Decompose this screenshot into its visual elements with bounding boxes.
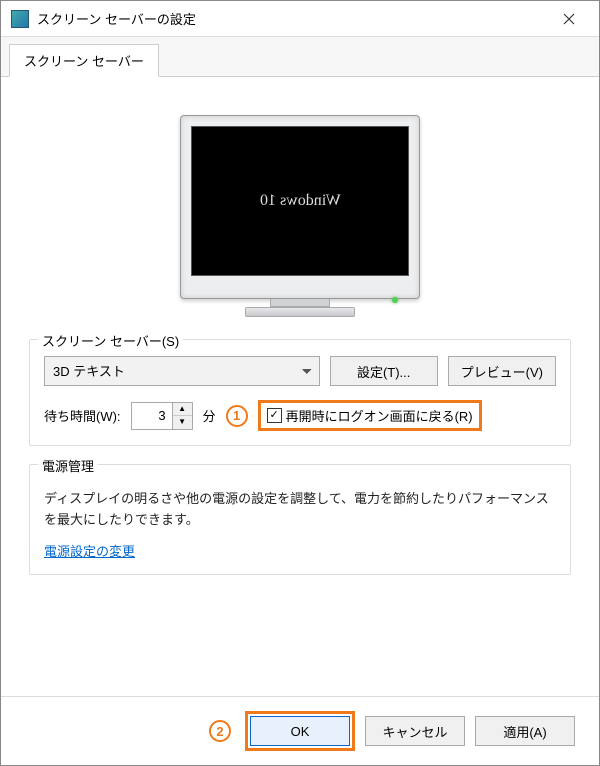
screensaver-group: スクリーン セーバー(S) 3D テキスト 設定(T)... プレビュー(V) … (29, 339, 571, 446)
close-button[interactable] (549, 5, 589, 33)
apply-button[interactable]: 適用(A) (475, 716, 575, 746)
wait-unit: 分 (203, 406, 216, 425)
monitor-stand (270, 299, 330, 307)
screensaver-select[interactable]: 3D テキスト (44, 356, 320, 386)
power-settings-link[interactable]: 電源設定の変更 (44, 544, 135, 559)
tab-screensaver[interactable]: スクリーン セーバー (9, 44, 159, 77)
resume-checkbox[interactable]: ✓ (267, 408, 282, 423)
monitor-led-icon (392, 297, 398, 303)
cancel-button[interactable]: キャンセル (365, 716, 465, 746)
window-title: スクリーン セーバーの設定 (37, 9, 549, 28)
settings-button[interactable]: 設定(T)... (330, 356, 438, 386)
tab-strip: スクリーン セーバー (1, 37, 599, 77)
resume-checkbox-label: 再開時にログオン画面に戻る(R) (286, 406, 473, 425)
screensaver-settings-window: スクリーン セーバーの設定 スクリーン セーバー Windows 10 スクリー… (0, 0, 600, 766)
content-area: Windows 10 スクリーン セーバー(S) 3D テキスト 設定(T)..… (1, 77, 599, 696)
monitor-base (245, 307, 355, 317)
dialog-footer: 2 OK キャンセル 適用(A) (1, 696, 599, 765)
monitor-frame: Windows 10 (180, 115, 420, 299)
resume-checkbox-highlight: ✓ 再開時にログオン画面に戻る(R) (258, 400, 482, 431)
ok-button[interactable]: OK (250, 716, 350, 746)
spinner-up-button[interactable]: ▲ (173, 403, 192, 417)
screensaver-legend: スクリーン セーバー(S) (38, 331, 183, 350)
monitor-screen: Windows 10 (191, 126, 409, 276)
spinner-arrows: ▲ ▼ (172, 403, 192, 429)
annotation-2: 2 (209, 720, 231, 742)
wait-label: 待ち時間(W): (44, 406, 121, 425)
titlebar: スクリーン セーバーの設定 (1, 1, 599, 37)
screensaver-preview-text: Windows 10 (260, 192, 341, 210)
wait-input[interactable] (132, 403, 172, 429)
ok-button-highlight: OK (245, 711, 355, 751)
power-group: 電源管理 ディスプレイの明るさや他の電源の設定を調整して、電力を節約したりパフォ… (29, 464, 571, 575)
power-description: ディスプレイの明るさや他の電源の設定を調整して、電力を節約したりパフォーマンスを… (44, 489, 556, 531)
annotation-1: 1 (226, 405, 248, 427)
app-icon (11, 10, 29, 28)
preview-area: Windows 10 (29, 97, 571, 339)
spinner-down-button[interactable]: ▼ (173, 416, 192, 429)
screensaver-select-row: 3D テキスト 設定(T)... プレビュー(V) (44, 356, 556, 386)
power-legend: 電源管理 (38, 456, 98, 475)
preview-button[interactable]: プレビュー(V) (448, 356, 556, 386)
wait-row: 待ち時間(W): ▲ ▼ 分 1 ✓ 再開時にログオン画面に戻る(R) (44, 400, 556, 431)
close-icon (563, 13, 575, 25)
wait-spinner[interactable]: ▲ ▼ (131, 402, 193, 430)
monitor-preview: Windows 10 (180, 115, 420, 317)
